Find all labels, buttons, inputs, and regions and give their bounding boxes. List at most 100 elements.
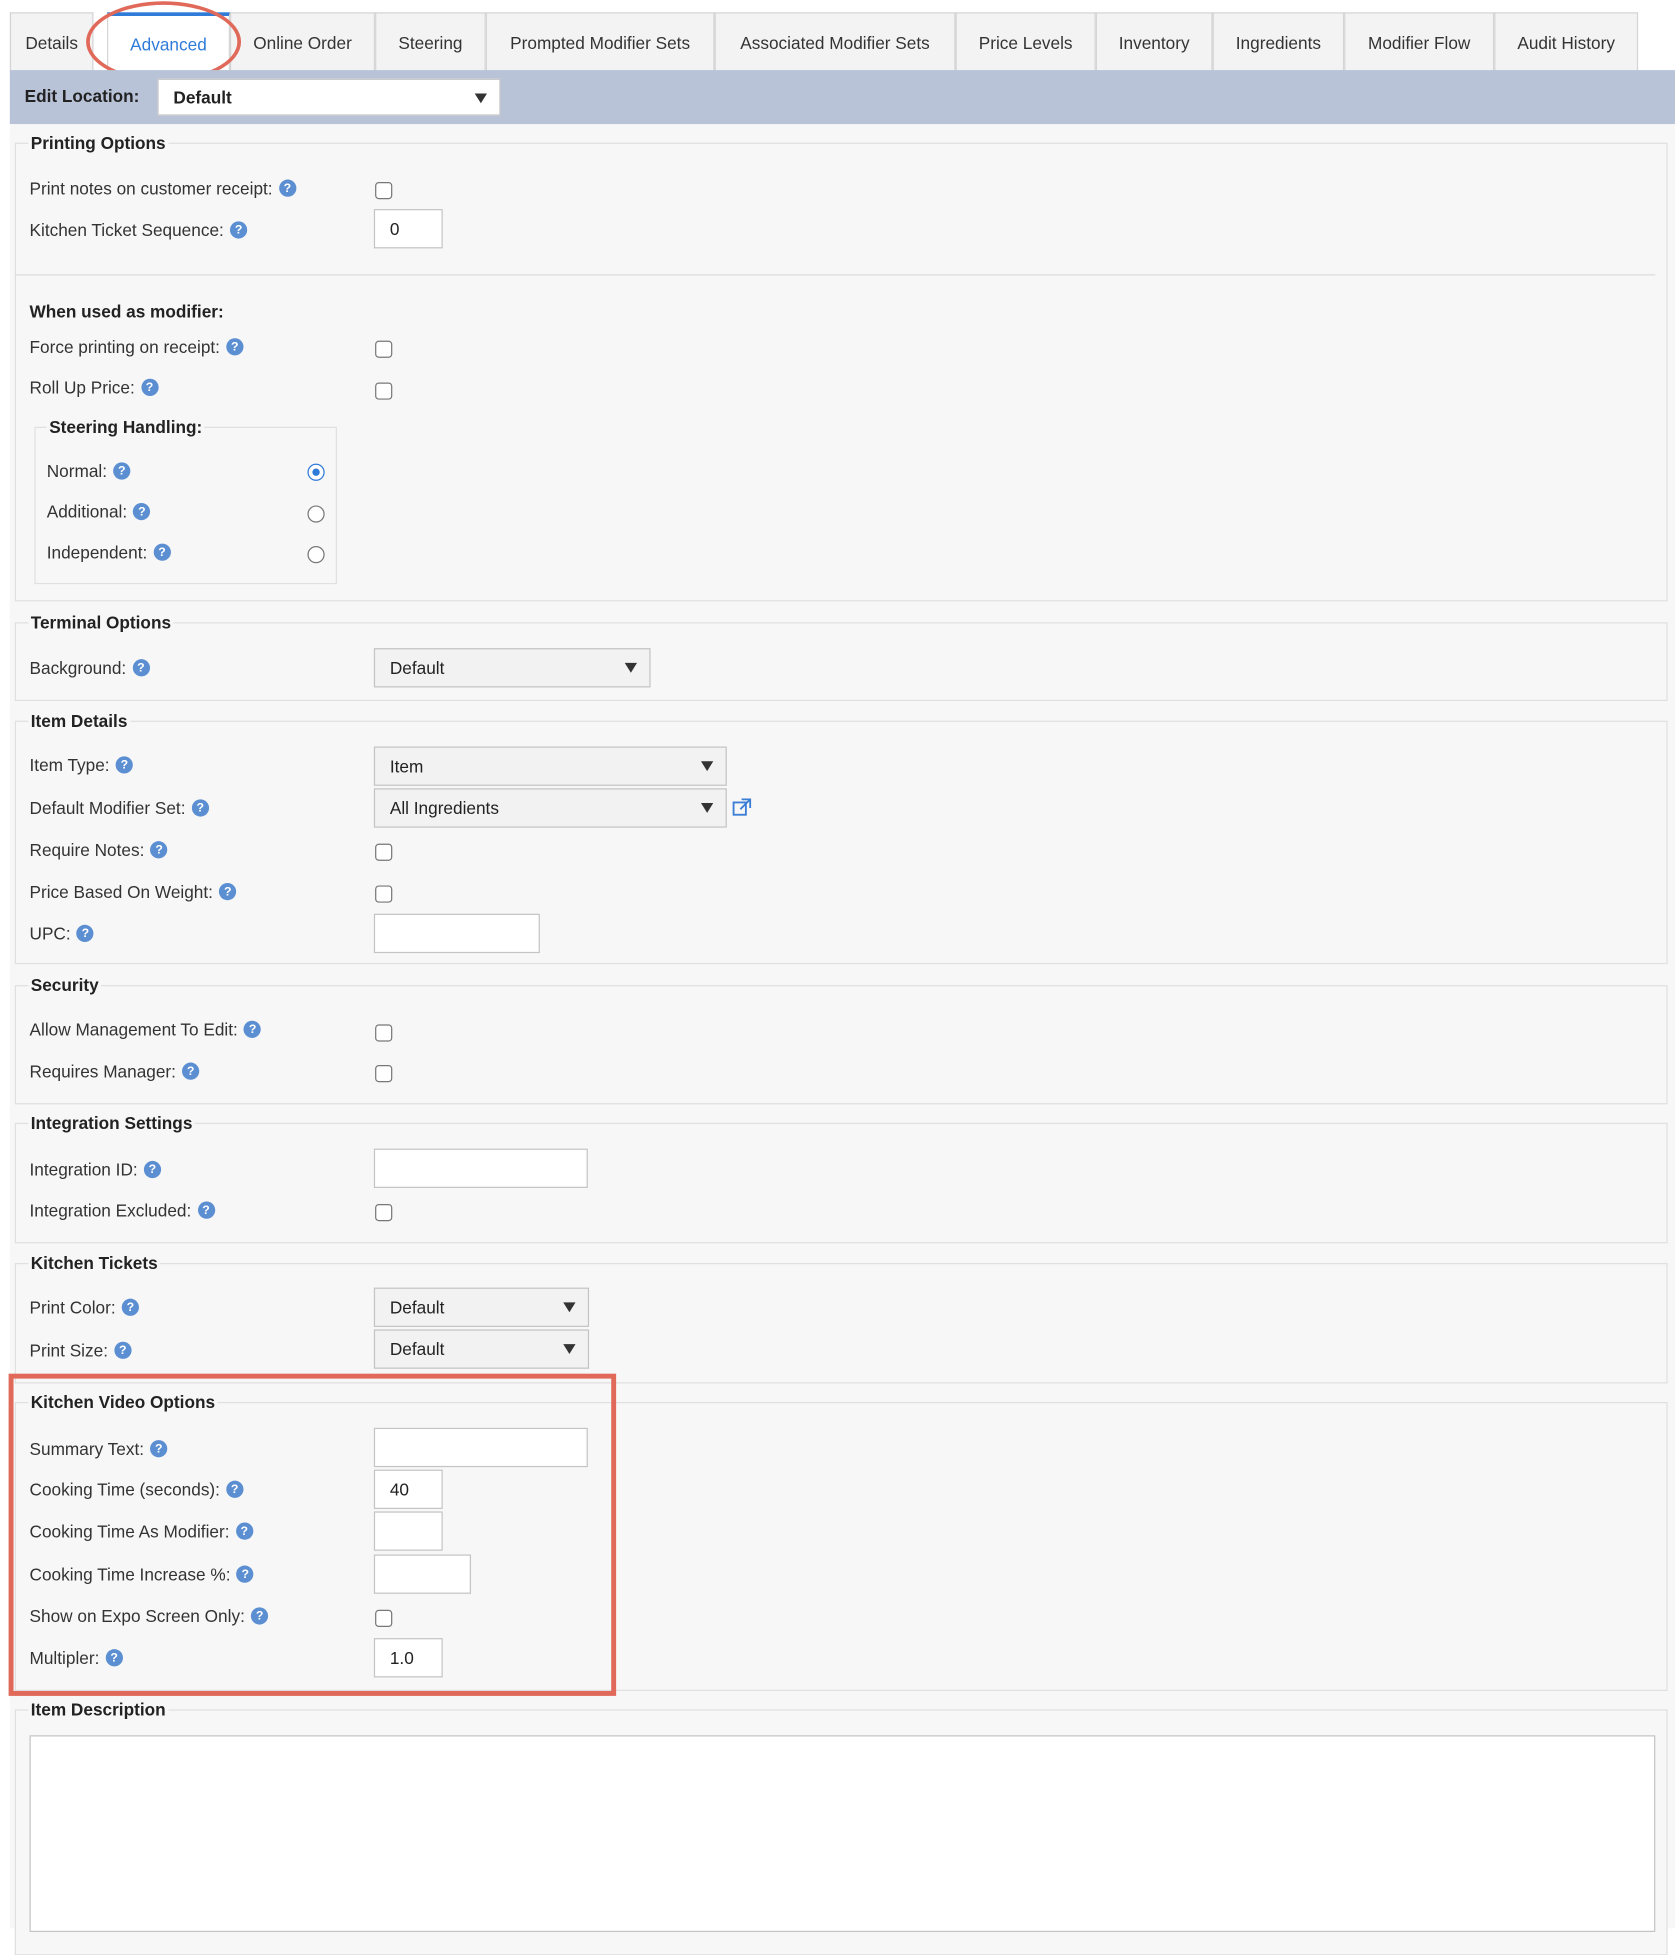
tab-advanced[interactable]: Advanced xyxy=(106,12,230,72)
print-size-select[interactable]: Default xyxy=(373,1329,590,1369)
tab-bar: Details Advanced Online Order Steering P… xyxy=(9,12,1675,72)
chevron-down-icon xyxy=(563,1302,576,1313)
price-based-on-weight-checkbox[interactable] xyxy=(375,885,393,903)
cooking-time-modifier-input[interactable] xyxy=(373,1511,443,1551)
help-icon[interactable]: ? xyxy=(219,882,237,901)
steering-independent-radio[interactable] xyxy=(307,546,325,564)
help-icon[interactable]: ? xyxy=(182,1062,200,1080)
cooking-time-increase-input[interactable] xyxy=(373,1554,472,1594)
tab-associated-modifier-sets[interactable]: Associated Modifier Sets xyxy=(714,12,956,72)
help-icon[interactable]: ? xyxy=(150,1440,168,1458)
modifier-heading: When used as modifier: xyxy=(29,301,224,321)
help-icon[interactable]: ? xyxy=(143,1160,162,1179)
tab-modifier-flow[interactable]: Modifier Flow xyxy=(1344,12,1495,72)
allow-management-label: Allow Management To Edit:? xyxy=(30,1020,262,1039)
kitchen-ticket-sequence-label: Kitchen Ticket Sequence:? xyxy=(30,220,248,240)
cooking-time-modifier-label: Cooking Time As Modifier:? xyxy=(30,1521,253,1541)
help-icon[interactable]: ? xyxy=(191,799,209,817)
item-description-title: Item Description xyxy=(28,1699,169,1720)
requires-manager-checkbox[interactable] xyxy=(375,1065,393,1083)
tab-prompted-modifier-sets[interactable]: Prompted Modifier Sets xyxy=(485,12,715,72)
upc-label: UPC:? xyxy=(30,924,95,943)
help-icon[interactable]: ? xyxy=(133,502,151,521)
integration-excluded-label: Integration Excluded:? xyxy=(30,1200,215,1220)
divider xyxy=(14,274,1656,276)
tab-details[interactable]: Details xyxy=(9,12,94,72)
kitchen-ticket-sequence-input[interactable]: 0 xyxy=(373,209,443,249)
kitchen-video-options-title: Kitchen Video Options xyxy=(28,1392,218,1412)
background-label: Background:? xyxy=(30,658,150,678)
help-icon[interactable]: ? xyxy=(113,462,131,480)
background-value: Default xyxy=(389,657,445,678)
expo-screen-only-checkbox[interactable] xyxy=(375,1609,393,1628)
help-icon[interactable]: ? xyxy=(251,1607,269,1625)
help-icon[interactable]: ? xyxy=(197,1201,215,1219)
help-icon[interactable]: ? xyxy=(114,1341,132,1359)
cooking-time-input[interactable]: 40 xyxy=(373,1469,443,1509)
help-icon[interactable]: ? xyxy=(226,1480,244,1498)
force-printing-label: Force printing on receipt:? xyxy=(30,337,244,357)
roll-up-price-checkbox[interactable] xyxy=(375,382,393,400)
help-icon[interactable]: ? xyxy=(153,543,171,561)
security-section xyxy=(14,985,1668,1105)
cooking-time-increase-label: Cooking Time Increase %:? xyxy=(30,1564,254,1584)
tab-ingredients[interactable]: Ingredients xyxy=(1212,12,1345,72)
tab-inventory[interactable]: Inventory xyxy=(1095,12,1213,72)
help-icon[interactable]: ? xyxy=(140,378,159,396)
background-select[interactable]: Default xyxy=(373,648,651,688)
help-icon[interactable]: ? xyxy=(229,221,248,239)
expo-screen-only-label: Show on Expo Screen Only:? xyxy=(30,1606,269,1626)
printing-options-title: Printing Options xyxy=(28,132,169,153)
tab-audit-history[interactable]: Audit History xyxy=(1494,12,1639,72)
help-icon[interactable]: ? xyxy=(76,924,95,943)
require-notes-checkbox[interactable] xyxy=(375,843,393,861)
chevron-down-icon xyxy=(624,662,638,673)
print-size-value: Default xyxy=(389,1339,445,1359)
multiplier-input[interactable]: 1.0 xyxy=(373,1638,443,1678)
tab-steering[interactable]: Steering xyxy=(375,12,486,72)
help-icon[interactable]: ? xyxy=(236,1565,254,1583)
item-type-select[interactable]: Item xyxy=(373,746,727,786)
external-link-icon[interactable] xyxy=(732,797,753,818)
print-notes-checkbox[interactable] xyxy=(375,182,393,200)
item-description-textarea[interactable] xyxy=(29,1735,1656,1933)
item-type-value: Item xyxy=(389,756,424,777)
requires-manager-label: Requires Manager:? xyxy=(30,1061,200,1081)
kitchen-tickets-title: Kitchen Tickets xyxy=(28,1253,161,1273)
edit-location-select[interactable]: Default xyxy=(157,78,501,116)
help-icon[interactable]: ? xyxy=(121,1298,140,1316)
upc-input[interactable] xyxy=(373,913,540,954)
item-details-title: Item Details xyxy=(28,710,130,731)
help-icon[interactable]: ? xyxy=(132,659,150,677)
help-icon[interactable]: ? xyxy=(226,338,244,356)
integration-excluded-checkbox[interactable] xyxy=(375,1203,393,1222)
help-icon[interactable]: ? xyxy=(150,841,168,859)
item-type-label: Item Type:? xyxy=(30,755,133,775)
help-icon[interactable]: ? xyxy=(115,756,133,774)
print-color-value: Default xyxy=(389,1297,445,1318)
default-modifier-set-label: Default Modifier Set:? xyxy=(30,798,209,818)
tab-price-levels[interactable]: Price Levels xyxy=(955,12,1096,72)
allow-management-checkbox[interactable] xyxy=(375,1024,393,1042)
integration-settings-section xyxy=(14,1122,1668,1244)
integration-settings-title: Integration Settings xyxy=(28,1112,195,1133)
print-notes-label: Print notes on customer receipt:? xyxy=(30,178,296,198)
terminal-options-title: Terminal Options xyxy=(28,612,174,633)
steering-normal-radio[interactable] xyxy=(307,463,325,481)
help-icon[interactable]: ? xyxy=(278,179,296,197)
integration-id-input[interactable] xyxy=(373,1148,588,1188)
print-color-label: Print Color:? xyxy=(30,1297,140,1317)
summary-text-input[interactable] xyxy=(373,1427,588,1468)
tab-online-order[interactable]: Online Order xyxy=(229,12,376,72)
item-details-section xyxy=(14,720,1668,965)
steering-additional-radio[interactable] xyxy=(307,505,325,523)
print-color-select[interactable]: Default xyxy=(373,1287,590,1327)
help-icon[interactable]: ? xyxy=(243,1020,262,1038)
summary-text-label: Summary Text:? xyxy=(30,1439,168,1459)
help-icon[interactable]: ? xyxy=(105,1649,123,1667)
print-size-label: Print Size:? xyxy=(30,1340,132,1360)
default-modifier-set-select[interactable]: All Ingredients xyxy=(373,788,727,828)
help-icon[interactable]: ? xyxy=(235,1522,253,1540)
chevron-down-icon xyxy=(700,803,714,813)
force-printing-checkbox[interactable] xyxy=(375,340,393,358)
